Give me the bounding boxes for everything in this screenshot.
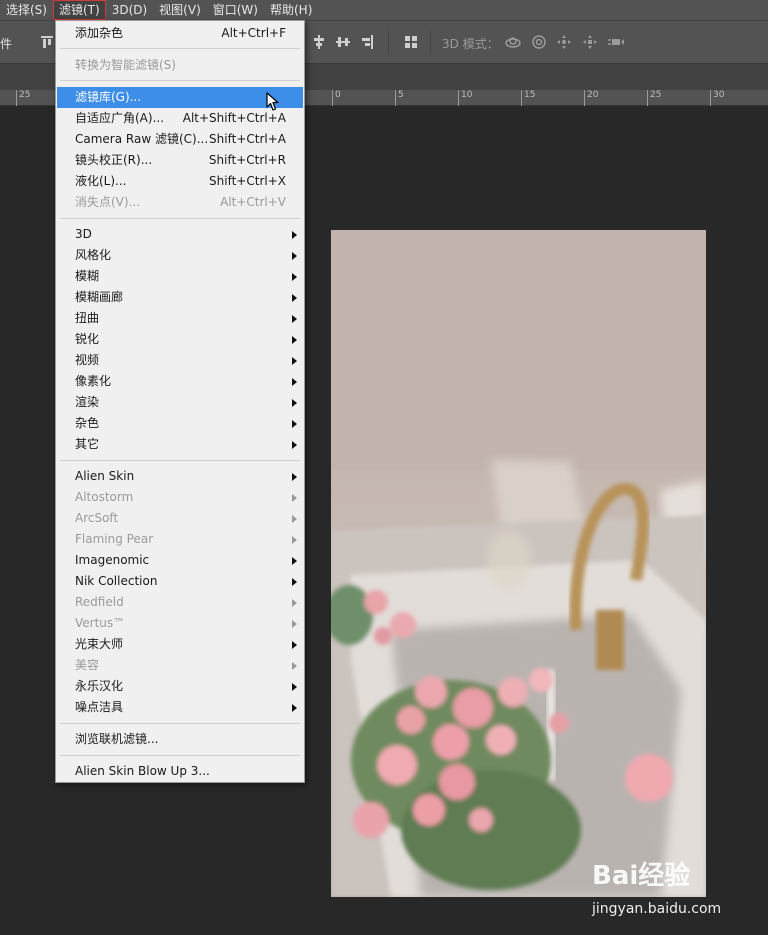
menu-item-liquify[interactable]: 液化(L)... Shift+Ctrl+X (57, 171, 303, 192)
submenu-arrow-icon (292, 441, 297, 449)
ruler-tick-label: 20 (584, 90, 598, 106)
ruler-tick-label: 30 (710, 90, 724, 106)
menu-item-sharpen[interactable]: 锐化 (57, 329, 303, 350)
menu-item-alien-skin[interactable]: Alien Skin (57, 466, 303, 487)
menu-item-noise[interactable]: 杂色 (57, 413, 303, 434)
align-hcenter-icon[interactable] (310, 33, 328, 51)
menu-item-flaming-pear[interactable]: Flaming Pear (57, 529, 303, 550)
submenu-arrow-icon (292, 294, 297, 302)
menu-separator (60, 460, 300, 461)
menu-item-blur[interactable]: 模糊 (57, 266, 303, 287)
menu-item-vertus[interactable]: Vertus™ (57, 613, 303, 634)
menu-item-other[interactable]: 其它 (57, 434, 303, 455)
3d-slide-icon[interactable] (581, 33, 599, 51)
menu-item-noise-cleaner[interactable]: 噪点洁具 (57, 697, 303, 718)
baidu-watermark: Bai经验 jingyan.baidu.com (592, 855, 768, 925)
ruler-tick-label: 15 (521, 90, 535, 106)
menu-item-beauty[interactable]: 美容 (57, 655, 303, 676)
submenu-arrow-icon (292, 378, 297, 386)
submenu-arrow-icon (292, 662, 297, 670)
menu-item-render[interactable]: 渲染 (57, 392, 303, 413)
ruler-tick-label: 25 (647, 90, 661, 106)
submenu-arrow-icon (292, 578, 297, 586)
options-separator (430, 31, 431, 55)
menu-item-stylize[interactable]: 风格化 (57, 245, 303, 266)
menu-item-browse-online-filters[interactable]: 浏览联机滤镜... (57, 729, 303, 750)
3d-mode-label: 3D 模式： (442, 37, 499, 51)
submenu-arrow-icon (292, 557, 297, 565)
menu-filter[interactable]: 滤镜(T) (52, 0, 106, 20)
ruler-tick-label: 0 (332, 90, 341, 106)
menu-item-add-noise[interactable]: 添加杂色 Alt+Ctrl+F (57, 23, 303, 44)
menu-select[interactable]: 选择(S) (0, 0, 53, 20)
submenu-arrow-icon (292, 399, 297, 407)
menu-separator (60, 723, 300, 724)
menu-item-beam-master[interactable]: 光束大师 (57, 634, 303, 655)
filter-dropdown-menu: 添加杂色 Alt+Ctrl+F 转换为智能滤镜(S) 滤镜库(G)... 自适应广… (55, 20, 305, 783)
menu-item-lens-correction[interactable]: 镜头校正(R)... Shift+Ctrl+R (57, 150, 303, 171)
3d-rotate-icon[interactable] (504, 33, 522, 51)
menu-item-imagenomic[interactable]: Imagenomic (57, 550, 303, 571)
menu-item-altostorm[interactable]: Altostorm (57, 487, 303, 508)
menu-item-redfield[interactable]: Redfield (57, 592, 303, 613)
submenu-arrow-icon (292, 536, 297, 544)
3d-pan-icon[interactable] (555, 33, 573, 51)
menu-item-alien-skin-blow-up[interactable]: Alien Skin Blow Up 3... (57, 761, 303, 782)
mouse-cursor-icon (266, 92, 279, 111)
menubar: 选择(S) 滤镜(T) 3D(D) 视图(V) 窗口(W) 帮助(H) (0, 0, 768, 20)
menu-item-3d[interactable]: 3D (57, 224, 303, 245)
align-right-icon[interactable] (358, 33, 376, 51)
ruler-tick-label: 25 (16, 90, 30, 106)
submenu-arrow-icon (292, 231, 297, 239)
menu-item-nik-collection[interactable]: Nik Collection (57, 571, 303, 592)
submenu-arrow-icon (292, 252, 297, 260)
submenu-arrow-icon (292, 357, 297, 365)
options-separator (388, 31, 389, 55)
distribute-center-icon[interactable] (334, 33, 352, 51)
watermark-brand: Bai经验 (592, 861, 691, 891)
menu-view[interactable]: 视图(V) (153, 0, 207, 20)
ruler-tick-label: 10 (458, 90, 472, 106)
menu-window[interactable]: 窗口(W) (207, 0, 264, 20)
menu-item-camera-raw[interactable]: Camera Raw 滤镜(C)... Shift+Ctrl+A (57, 129, 303, 150)
submenu-arrow-icon (292, 641, 297, 649)
3d-roll-icon[interactable] (530, 33, 548, 51)
submenu-arrow-icon (292, 315, 297, 323)
menu-separator (60, 48, 300, 49)
submenu-arrow-icon (292, 704, 297, 712)
menu-3d[interactable]: 3D(D) (106, 0, 153, 20)
submenu-arrow-icon (292, 620, 297, 628)
menu-item-pixelate[interactable]: 像素化 (57, 371, 303, 392)
menu-separator (60, 755, 300, 756)
document-canvas-photo[interactable] (331, 230, 706, 897)
menu-separator (60, 80, 300, 81)
menu-item-convert-smart-filter[interactable]: 转换为智能滤镜(S) (57, 55, 303, 76)
menu-item-distort[interactable]: 扭曲 (57, 308, 303, 329)
auto-align-icon[interactable] (402, 33, 420, 51)
menu-item-arcsoft[interactable]: ArcSoft (57, 508, 303, 529)
menu-item-vanishing-point[interactable]: 消失点(V)... Alt+Ctrl+V (57, 192, 303, 213)
menu-item-video[interactable]: 视频 (57, 350, 303, 371)
menu-item-blur-gallery[interactable]: 模糊画廊 (57, 287, 303, 308)
ruler-tick-label: 5 (395, 90, 404, 106)
options-left-label: 件 (0, 37, 13, 51)
submenu-arrow-icon (292, 273, 297, 281)
submenu-arrow-icon (292, 336, 297, 344)
submenu-arrow-icon (292, 683, 297, 691)
submenu-arrow-icon (292, 420, 297, 428)
submenu-arrow-icon (292, 515, 297, 523)
submenu-arrow-icon (292, 599, 297, 607)
menu-separator (60, 218, 300, 219)
3d-scale-icon[interactable] (607, 33, 625, 51)
watermark-url: jingyan.baidu.com (592, 901, 722, 917)
submenu-arrow-icon (292, 473, 297, 481)
menu-help[interactable]: 帮助(H) (264, 0, 318, 20)
menu-item-yongle-localization[interactable]: 永乐汉化 (57, 676, 303, 697)
submenu-arrow-icon (292, 494, 297, 502)
align-top-icon[interactable] (38, 33, 56, 51)
